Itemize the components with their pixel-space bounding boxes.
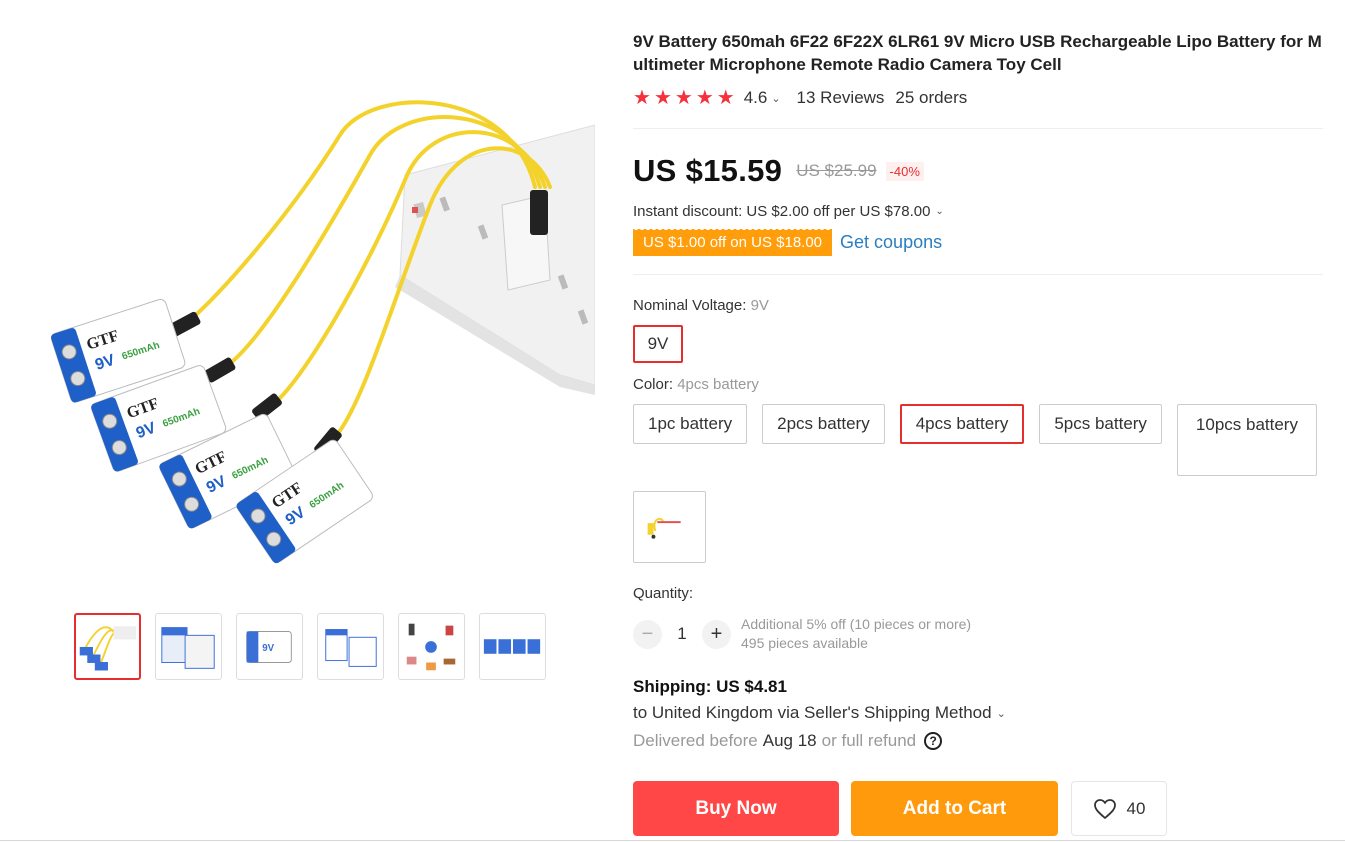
color-option-4pcs[interactable]: 4pcs battery — [899, 404, 1025, 444]
delivery-info: Delivered before Aug 18 or full refund ? — [633, 731, 1323, 751]
color-label: Color: 4pcs battery — [633, 376, 1323, 393]
color-option-2pcs[interactable]: 2pcs battery — [762, 404, 885, 444]
quantity-input[interactable]: 1 — [662, 624, 702, 644]
quantity-minus-button[interactable]: − — [633, 619, 662, 649]
voltage-option-9v[interactable]: 9V — [633, 325, 683, 363]
thumbnail-1[interactable] — [74, 613, 141, 680]
thumbnail-strip: 9V — [74, 613, 546, 680]
color-option-1pc[interactable]: 1pc battery — [633, 404, 748, 444]
reviews-link[interactable]: 13 Reviews — [797, 88, 885, 108]
divider — [633, 274, 1323, 275]
question-circle-icon[interactable]: ? — [924, 732, 943, 750]
original-price: US $25.99 — [796, 161, 877, 180]
nominal-voltage-label: Nominal Voltage: 9V — [633, 297, 1323, 314]
price-row: US $15.59 US $25.99 -40% — [633, 153, 1323, 189]
thumbnail-6-image — [483, 639, 541, 654]
shipping-title: Shipping: US $4.81 — [633, 677, 787, 696]
nominal-voltage-options: 9V — [633, 325, 1323, 363]
coupon-tag[interactable]: US $1.00 off on US $18.00 — [633, 227, 833, 258]
chevron-down-icon: ⌄ — [771, 92, 781, 105]
available-pieces: 495 pieces available — [741, 635, 868, 651]
star-icon: ★ — [695, 87, 714, 109]
shipping-route-text: to United Kingdom via Seller's Shipping … — [633, 703, 992, 722]
color-option-10pcs[interactable]: 10pcs battery — [1176, 404, 1317, 476]
color-option-5pcs[interactable]: 5pcs battery — [1039, 404, 1162, 444]
rating-row: ★ ★ ★ ★ ★ 4.6 ⌄ 13 Reviews 25 orders — [633, 88, 1323, 108]
thumbnail-5[interactable] — [398, 613, 465, 680]
star-icon: ★ — [716, 87, 735, 109]
add-to-cart-button[interactable]: Add to Cart — [851, 781, 1058, 836]
product-title: 9V Battery 650mah 6F22 6F22X 6LR61 9V Mi… — [633, 32, 1322, 74]
delivery-suffix: or full refund — [821, 731, 917, 750]
svg-text:9V: 9V — [262, 643, 274, 654]
chevron-down-icon: ⌄ — [996, 707, 1006, 720]
thumbnail-3-image: 9V — [246, 630, 292, 663]
shipping-route[interactable]: to United Kingdom via Seller's Shipping … — [633, 703, 1323, 723]
quantity-label: Quantity: — [633, 585, 694, 602]
star-icon: ★ — [633, 87, 651, 109]
current-price: US $15.59 — [633, 153, 783, 188]
coupon-row: US $1.00 off on US $18.00 Get coupons — [633, 227, 1323, 258]
color-options: 1pc battery 2pcs battery 4pcs battery 5p… — [633, 404, 1323, 563]
thumbnail-5-image — [406, 623, 456, 671]
rating-value[interactable]: 4.6 ⌄ — [744, 88, 781, 108]
get-coupons-link[interactable]: Get coupons — [840, 232, 942, 253]
thumbnail-2-image — [161, 627, 215, 669]
thumbnail-4-image — [325, 629, 377, 667]
color-option-image[interactable] — [633, 491, 706, 563]
thumbnail-1-image — [79, 626, 137, 671]
buy-now-button[interactable]: Buy Now — [633, 781, 839, 836]
thumbnail-6[interactable] — [479, 613, 546, 680]
thumbnail-2[interactable] — [155, 613, 222, 680]
heart-icon — [1093, 798, 1116, 819]
page-bottom-border — [0, 840, 1345, 841]
divider — [633, 128, 1323, 129]
quantity-info: Additional 5% off (10 pieces or more) 49… — [741, 615, 971, 653]
discount-badge: -40% — [885, 161, 924, 181]
delivery-date: Aug 18 — [762, 731, 817, 750]
delivery-prefix: Delivered before — [633, 731, 758, 750]
product-info: 9V Battery 650mah 6F22 6F22X 6LR61 9V Mi… — [633, 30, 1323, 836]
quantity-plus-button[interactable]: + — [702, 619, 731, 649]
nominal-voltage-label-text: Nominal Voltage: — [633, 297, 751, 314]
wishlist-count: 40 — [1126, 798, 1146, 818]
orders-count: 25 orders — [895, 88, 968, 107]
instant-discount-text: Instant discount: US $2.00 off per US $7… — [633, 203, 931, 220]
star-icon: ★ — [653, 87, 672, 109]
star-icon: ★ — [674, 87, 693, 109]
color-selected: 4pcs battery — [677, 376, 759, 393]
rating-number: 4.6 — [743, 88, 768, 107]
chevron-down-icon: ⌄ — [935, 206, 944, 217]
battery-product-image: GTF 9V 650mAh GTF 9V 650mAh GTF 9V 650mA… — [51, 100, 596, 564]
action-buttons: Buy Now Add to Cart 40 — [633, 781, 1323, 836]
thumbnail-3[interactable]: 9V — [236, 613, 303, 680]
color-label-text: Color: — [633, 376, 678, 393]
rating-stars: ★ ★ ★ ★ ★ — [633, 88, 735, 108]
nominal-voltage-selected: 9V — [750, 297, 769, 314]
quantity-stepper: − 1 + Additional 5% off (10 pieces or mo… — [633, 615, 1323, 653]
thumbnail-4[interactable] — [317, 613, 384, 680]
instant-discount[interactable]: Instant discount: US $2.00 off per US $7… — [633, 203, 1323, 220]
bulk-discount-text: Additional 5% off (10 pieces or more) — [741, 616, 972, 632]
main-product-image[interactable]: GTF 9V 650mAh GTF 9V 650mAh GTF 9V 650mA… — [40, 95, 596, 575]
wishlist-button[interactable]: 40 — [1071, 781, 1167, 836]
color-option-thumbnail — [647, 517, 681, 539]
